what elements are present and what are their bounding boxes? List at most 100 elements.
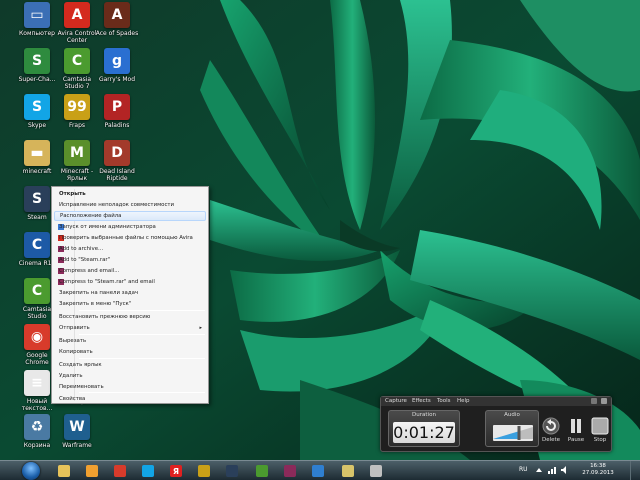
cinema4d-icon: C bbox=[24, 232, 50, 258]
context-menu-item-label: Открыть bbox=[59, 191, 86, 197]
desktop-icon[interactable]: P Paladins bbox=[94, 94, 140, 129]
taskbar-app-button[interactable] bbox=[136, 462, 160, 480]
winrar-icon bbox=[284, 465, 296, 477]
taskbar-app-button[interactable] bbox=[364, 462, 388, 480]
camtasia-icon bbox=[256, 465, 268, 477]
desktop-icon[interactable]: A Ace of Spades bbox=[94, 2, 140, 37]
taskbar-app-button[interactable] bbox=[108, 462, 132, 480]
context-menu-item-label: Расположение файла bbox=[60, 213, 122, 219]
warframe-icon: W bbox=[64, 414, 90, 440]
delete-button[interactable] bbox=[542, 417, 560, 435]
taskbar-app-button[interactable] bbox=[336, 462, 360, 480]
context-menu-item[interactable]: Запуск от имени администратора bbox=[54, 222, 206, 232]
context-menu-item[interactable]: Вырезать bbox=[54, 336, 206, 346]
desktop-icon-label: Paladins bbox=[104, 122, 130, 129]
context-menu-item[interactable]: Восстановить прежнюю версию bbox=[54, 312, 206, 322]
taskbar-app-button[interactable] bbox=[306, 462, 330, 480]
paladins-icon: P bbox=[104, 94, 130, 120]
desktop-icon[interactable]: g Garry's Mod bbox=[94, 48, 140, 83]
folder-icon: ▬ bbox=[24, 140, 50, 166]
context-menu-item-label: Вырезать bbox=[59, 338, 87, 344]
context-menu-item[interactable]: Add to "Steam.rar" bbox=[54, 255, 206, 265]
context-menu-item[interactable]: Add to archive... bbox=[54, 244, 206, 254]
audio-level-meter[interactable] bbox=[493, 425, 533, 441]
taskbar: Я RU 16:38 27.09.2013 bbox=[0, 460, 640, 480]
fraps-icon bbox=[198, 465, 210, 477]
context-menu-item[interactable]: Закрепить в меню "Пуск" bbox=[54, 299, 206, 309]
stop-button[interactable] bbox=[591, 417, 609, 435]
menu-effects[interactable]: Effects bbox=[412, 398, 431, 404]
fraps-icon: 99 bbox=[64, 94, 90, 120]
pause-button[interactable] bbox=[567, 417, 585, 435]
clock-date: 27.09.2013 bbox=[582, 470, 614, 476]
context-menu-item[interactable]: Отправить ▸ bbox=[54, 323, 206, 333]
system-clock[interactable]: 16:38 27.09.2013 bbox=[581, 463, 615, 477]
context-menu-item-label: Compress and email... bbox=[59, 268, 120, 274]
stop-label: Stop bbox=[593, 437, 607, 443]
desktop-icon[interactable]: D Dead Island Riptide bbox=[94, 140, 140, 182]
yandex-icon: Я bbox=[170, 465, 182, 477]
context-menu-item[interactable]: Переименовать bbox=[54, 382, 206, 392]
dead-island-icon: D bbox=[104, 140, 130, 166]
context-menu-item[interactable]: Compress to "Steam.rar" and email bbox=[54, 277, 206, 287]
language-indicator[interactable]: RU bbox=[519, 466, 528, 473]
recorder-menubar: Capture Effects Tools Help bbox=[381, 397, 611, 406]
context-menu-item[interactable]: Compress and email... bbox=[54, 266, 206, 276]
volume-tray-icon[interactable] bbox=[561, 466, 569, 474]
context-menu-item-label: Удалить bbox=[59, 373, 83, 379]
network-tray-icon[interactable] bbox=[548, 466, 556, 474]
context-menu-item[interactable]: Открыть bbox=[54, 189, 206, 199]
minimize-icon[interactable] bbox=[591, 398, 597, 404]
notes-icon bbox=[342, 465, 354, 477]
desktop-icon-label: Dead Island Riptide bbox=[99, 168, 135, 182]
stop-icon bbox=[591, 417, 609, 435]
duration-label: Duration bbox=[412, 412, 436, 418]
recycle-bin-icon: ♻ bbox=[24, 414, 50, 440]
taskbar-app-button[interactable] bbox=[80, 462, 104, 480]
taskbar-app-button[interactable] bbox=[220, 462, 244, 480]
tray-expand-icon[interactable] bbox=[535, 466, 543, 474]
text-file-icon: ≡ bbox=[24, 370, 50, 396]
taskbar-app-button[interactable]: Я bbox=[164, 462, 188, 480]
context-menu-item-label: Восстановить прежнюю версию bbox=[59, 314, 151, 320]
context-menu-item-label: Создать ярлык bbox=[59, 362, 102, 368]
steam-icon bbox=[226, 465, 238, 477]
duration-value: 0:01:27 bbox=[393, 422, 455, 443]
context-menu-item-label: Проверить выбранные файлы с помощью Avir… bbox=[59, 235, 193, 241]
steam-icon: S bbox=[24, 186, 50, 212]
avira-icon: A bbox=[64, 2, 90, 28]
context-menu-item[interactable]: Закрепить на панели задач bbox=[54, 288, 206, 298]
context-menu-item[interactable]: Создать ярлык bbox=[54, 360, 206, 370]
context-menu-item-label: Отправить bbox=[59, 325, 90, 331]
skype-icon: S bbox=[24, 94, 50, 120]
audio-panel: Audio bbox=[485, 410, 539, 447]
menu-help[interactable]: Help bbox=[457, 398, 470, 404]
taskbar-app-button[interactable] bbox=[250, 462, 274, 480]
desktop-icon-label: Garry's Mod bbox=[98, 76, 136, 83]
desktop-icon-label: Ace of Spades bbox=[95, 30, 139, 37]
context-menu-item[interactable]: Расположение файла bbox=[54, 211, 206, 221]
context-menu-item[interactable]: Исправление неполадок совместимости bbox=[54, 200, 206, 210]
menu-tools[interactable]: Tools bbox=[437, 398, 451, 404]
show-desktop-button[interactable] bbox=[630, 461, 640, 480]
menu-separator bbox=[79, 392, 205, 393]
menu-separator bbox=[79, 310, 205, 311]
explorer-icon bbox=[58, 465, 70, 477]
taskbar-app-button[interactable] bbox=[278, 462, 302, 480]
context-menu-item[interactable]: Проверить выбранные файлы с помощью Avir… bbox=[54, 233, 206, 243]
start-button[interactable] bbox=[22, 462, 40, 480]
close-icon[interactable] bbox=[601, 398, 607, 404]
context-menu-item-label: Копировать bbox=[59, 349, 93, 355]
context-menu-item[interactable]: Свойства bbox=[54, 394, 206, 404]
menu-capture[interactable]: Capture bbox=[385, 398, 407, 404]
context-menu-item[interactable]: Копировать bbox=[54, 347, 206, 357]
context-menu-item-label: Свойства bbox=[59, 396, 86, 402]
taskbar-app-button[interactable] bbox=[52, 462, 76, 480]
desktop-icon[interactable]: W Warframe bbox=[54, 414, 100, 449]
context-menu-item[interactable]: Удалить bbox=[54, 371, 206, 381]
taskbar-app-button[interactable] bbox=[192, 462, 216, 480]
super-chart-icon: S bbox=[24, 48, 50, 74]
menu-separator bbox=[79, 334, 205, 335]
chrome-icon bbox=[114, 465, 126, 477]
delete-label: Delete bbox=[541, 437, 561, 443]
